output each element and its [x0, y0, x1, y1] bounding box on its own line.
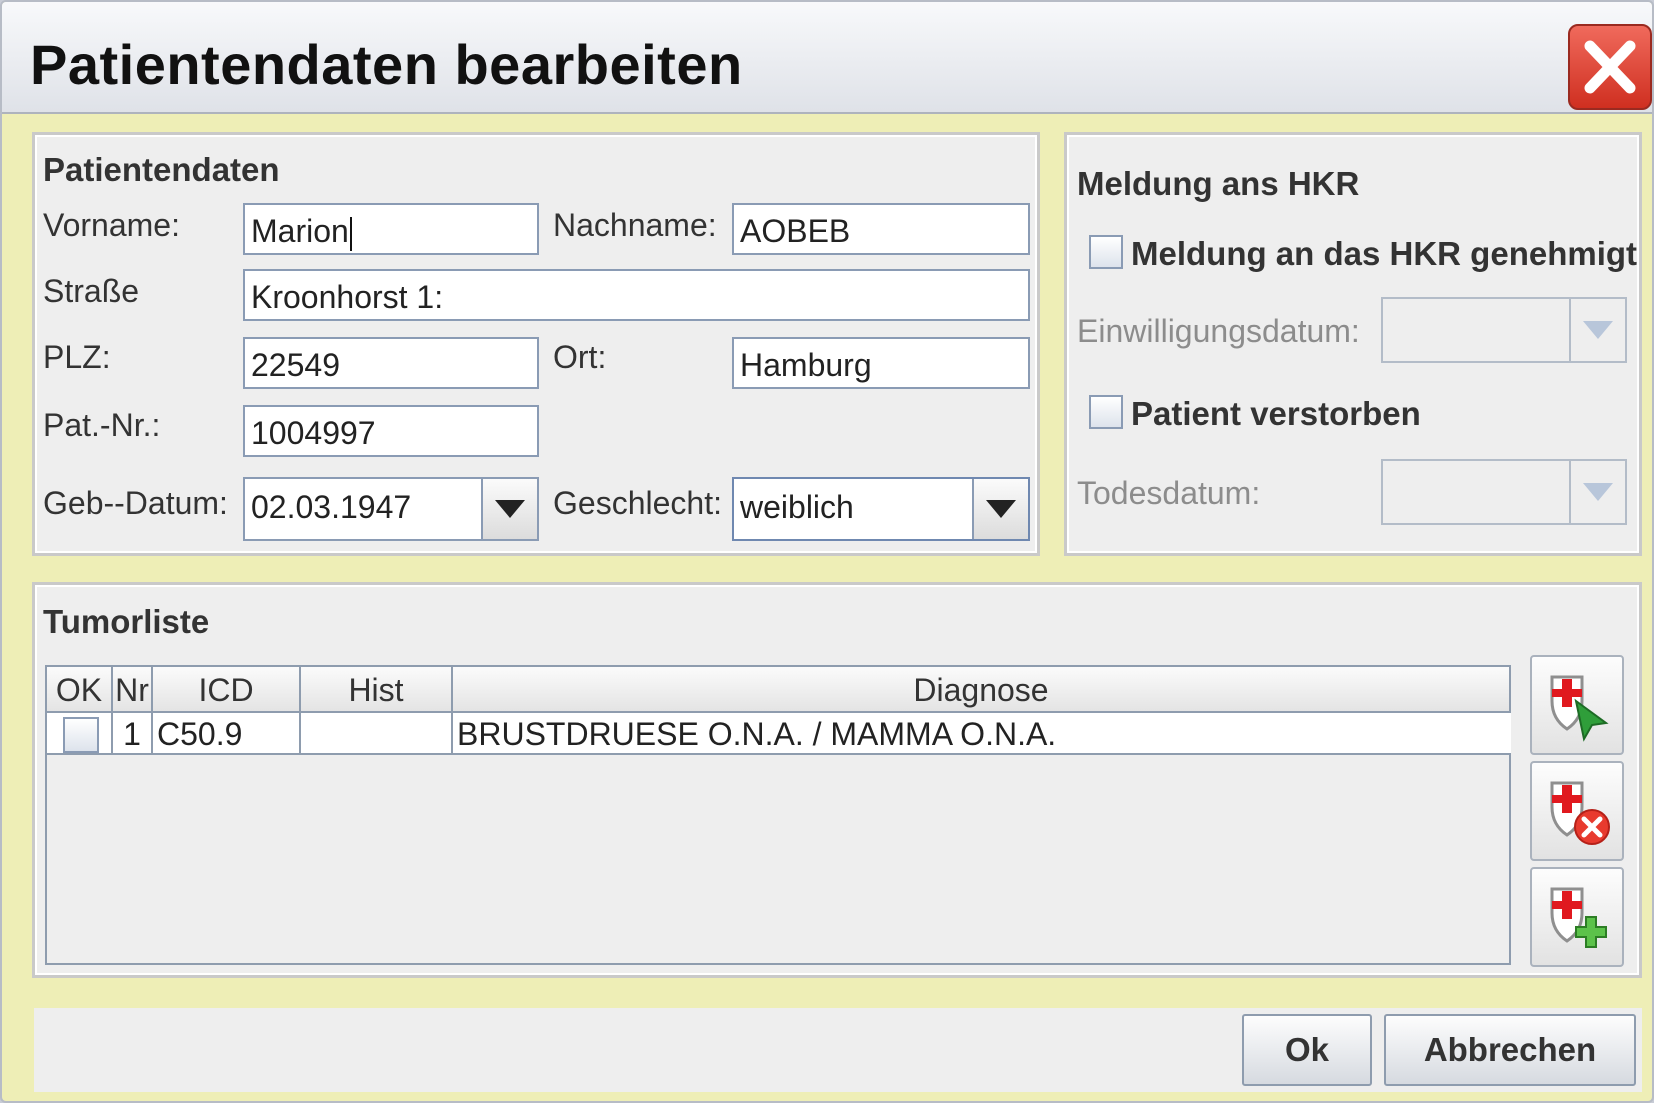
- button-bar: Ok Abbrechen: [34, 1008, 1642, 1092]
- patient-panel-title: Patientendaten: [43, 151, 280, 188]
- geschlecht-select[interactable]: weiblich: [732, 477, 1030, 541]
- select-tumor-icon: [1550, 675, 1609, 742]
- vorname-value: Marion: [251, 213, 349, 249]
- strasse-field[interactable]: Kroonhorst 1:: [243, 269, 1030, 321]
- row-diagnose-cell: BRUSTDRUESE O.N.A. / MAMMA O.N.A.: [453, 713, 1511, 755]
- einwilligung-dropdown-button[interactable]: [1569, 299, 1625, 361]
- strasse-label: Straße: [43, 273, 140, 309]
- plz-field[interactable]: 22549: [243, 337, 539, 389]
- todesdatum-dropdown-button[interactable]: [1569, 461, 1625, 523]
- add-tumor-button[interactable]: [1530, 867, 1624, 967]
- verstorben-checkbox[interactable]: [1089, 395, 1123, 429]
- gebdatum-label: Geb--Datum:: [43, 485, 228, 521]
- hkr-panel: Meldung ans HKR Meldung an das HKR geneh…: [1064, 132, 1642, 556]
- todesdatum-label: Todesdatum:: [1077, 475, 1261, 511]
- tumor-list-panel: Tumorliste OK Nr ICD Hist Diagnose 1 C50…: [32, 582, 1642, 978]
- vorname-label: Vorname:: [43, 207, 180, 243]
- column-header-ok[interactable]: OK: [47, 667, 113, 713]
- delete-tumor-icon: [1550, 781, 1610, 845]
- todesdatum-combo[interactable]: [1381, 459, 1627, 525]
- geschlecht-value: weiblich: [740, 489, 854, 525]
- column-header-hist[interactable]: Hist: [301, 667, 453, 713]
- row-ok-cell[interactable]: [47, 713, 113, 755]
- nachname-field[interactable]: AOBEB: [732, 203, 1030, 255]
- gebdatum-combo[interactable]: 02.03.1947: [243, 477, 539, 541]
- gebdatum-value: 02.03.1947: [251, 489, 412, 525]
- meldung-checkbox-label: Meldung an das HKR genehmigt: [1131, 235, 1638, 272]
- ort-label: Ort:: [553, 339, 607, 375]
- patnr-label: Pat.-Nr.:: [43, 407, 161, 443]
- hkr-panel-title: Meldung ans HKR: [1077, 165, 1360, 202]
- chevron-down-icon: [495, 500, 525, 518]
- select-tumor-button[interactable]: [1530, 655, 1624, 755]
- plz-label: PLZ:: [43, 339, 111, 375]
- close-button[interactable]: [1568, 24, 1652, 110]
- column-header-icd[interactable]: ICD: [153, 667, 301, 713]
- tumor-panel-title: Tumorliste: [43, 603, 210, 640]
- patient-data-panel: Patientendaten Vorname: Marion Nachname:…: [32, 132, 1040, 556]
- text-caret: [349, 216, 352, 251]
- gebdatum-dropdown-button[interactable]: [481, 479, 537, 539]
- geschlecht-label: Geschlecht:: [553, 485, 722, 521]
- window-title: Patientendaten bearbeiten: [30, 33, 743, 96]
- ok-button[interactable]: Ok: [1242, 1014, 1372, 1086]
- title-bar: Patientendaten bearbeiten: [2, 2, 1652, 114]
- add-tumor-icon: [1550, 887, 1607, 948]
- einwilligung-label: Einwilligungsdatum:: [1077, 313, 1360, 349]
- chevron-down-icon: [1583, 483, 1613, 501]
- verstorben-checkbox-label: Patient verstorben: [1131, 395, 1421, 432]
- cancel-button[interactable]: Abbrechen: [1384, 1014, 1636, 1086]
- close-icon: [1584, 40, 1636, 94]
- tumor-table: OK Nr ICD Hist Diagnose 1 C50.9 BRUSTDRU…: [45, 665, 1511, 965]
- column-header-nr[interactable]: Nr: [113, 667, 153, 713]
- dialog-window: Patientendaten bearbeiten Patientendaten…: [0, 0, 1654, 1103]
- chevron-down-icon: [1583, 321, 1613, 339]
- delete-tumor-button[interactable]: [1530, 761, 1624, 861]
- ort-field[interactable]: Hamburg: [732, 337, 1030, 389]
- meldung-checkbox[interactable]: [1089, 235, 1123, 269]
- row-hist-cell: [301, 713, 453, 755]
- nachname-label: Nachname:: [553, 207, 717, 243]
- geschlecht-dropdown-button[interactable]: [972, 479, 1028, 539]
- vorname-field[interactable]: Marion: [243, 203, 539, 255]
- einwilligung-date-combo[interactable]: [1381, 297, 1627, 363]
- column-header-diagnose[interactable]: Diagnose: [453, 667, 1511, 713]
- row-icd-cell: C50.9: [153, 713, 301, 755]
- row-ok-checkbox[interactable]: [63, 717, 99, 753]
- row-nr-cell: 1: [113, 713, 153, 755]
- patnr-field[interactable]: 1004997: [243, 405, 539, 457]
- chevron-down-icon: [986, 500, 1016, 518]
